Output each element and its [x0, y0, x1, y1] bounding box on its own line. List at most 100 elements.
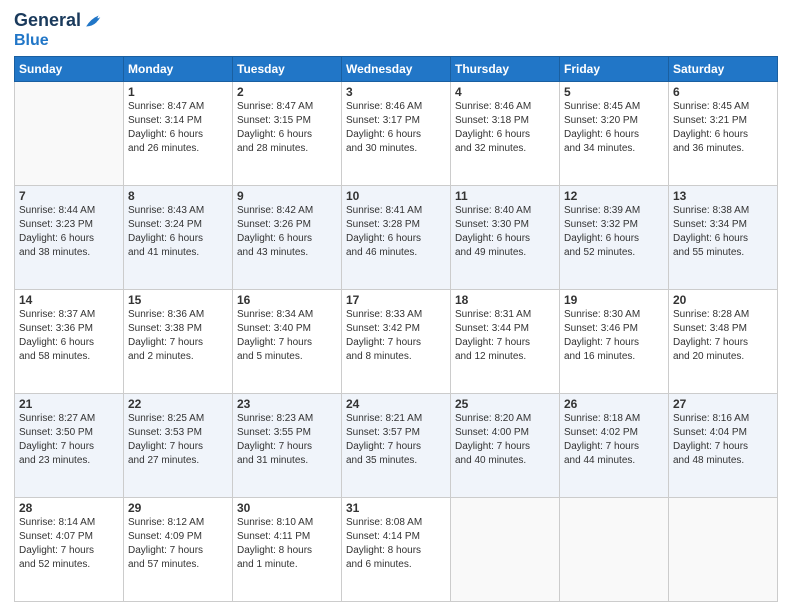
calendar-week-row: 28Sunrise: 8:14 AM Sunset: 4:07 PM Dayli…	[15, 497, 778, 601]
day-info: Sunrise: 8:23 AM Sunset: 3:55 PM Dayligh…	[237, 412, 337, 468]
day-info: Sunrise: 8:40 AM Sunset: 3:30 PM Dayligh…	[455, 204, 555, 260]
calendar-cell: 13Sunrise: 8:38 AM Sunset: 3:34 PM Dayli…	[669, 185, 778, 289]
calendar-cell	[669, 497, 778, 601]
day-number: 21	[19, 397, 119, 411]
day-header-friday: Friday	[560, 56, 669, 81]
calendar-cell: 22Sunrise: 8:25 AM Sunset: 3:53 PM Dayli…	[124, 393, 233, 497]
day-number: 20	[673, 293, 773, 307]
day-number: 26	[564, 397, 664, 411]
day-number: 18	[455, 293, 555, 307]
day-info: Sunrise: 8:41 AM Sunset: 3:28 PM Dayligh…	[346, 204, 446, 260]
day-number: 11	[455, 189, 555, 203]
day-info: Sunrise: 8:44 AM Sunset: 3:23 PM Dayligh…	[19, 204, 119, 260]
day-info: Sunrise: 8:34 AM Sunset: 3:40 PM Dayligh…	[237, 308, 337, 364]
day-number: 9	[237, 189, 337, 203]
day-header-wednesday: Wednesday	[342, 56, 451, 81]
calendar-week-row: 14Sunrise: 8:37 AM Sunset: 3:36 PM Dayli…	[15, 289, 778, 393]
calendar-cell: 9Sunrise: 8:42 AM Sunset: 3:26 PM Daylig…	[233, 185, 342, 289]
day-number: 4	[455, 85, 555, 99]
day-number: 16	[237, 293, 337, 307]
day-number: 29	[128, 501, 228, 515]
day-info: Sunrise: 8:20 AM Sunset: 4:00 PM Dayligh…	[455, 412, 555, 468]
day-info: Sunrise: 8:16 AM Sunset: 4:04 PM Dayligh…	[673, 412, 773, 468]
day-number: 22	[128, 397, 228, 411]
page: General Blue SundayMondayTuesdayWednesda…	[0, 0, 792, 612]
day-info: Sunrise: 8:28 AM Sunset: 3:48 PM Dayligh…	[673, 308, 773, 364]
day-header-monday: Monday	[124, 56, 233, 81]
day-info: Sunrise: 8:47 AM Sunset: 3:14 PM Dayligh…	[128, 100, 228, 156]
calendar-cell: 23Sunrise: 8:23 AM Sunset: 3:55 PM Dayli…	[233, 393, 342, 497]
day-number: 28	[19, 501, 119, 515]
day-number: 1	[128, 85, 228, 99]
day-number: 12	[564, 189, 664, 203]
day-info: Sunrise: 8:45 AM Sunset: 3:21 PM Dayligh…	[673, 100, 773, 156]
calendar-cell: 17Sunrise: 8:33 AM Sunset: 3:42 PM Dayli…	[342, 289, 451, 393]
calendar-cell: 11Sunrise: 8:40 AM Sunset: 3:30 PM Dayli…	[451, 185, 560, 289]
calendar-cell: 26Sunrise: 8:18 AM Sunset: 4:02 PM Dayli…	[560, 393, 669, 497]
day-info: Sunrise: 8:36 AM Sunset: 3:38 PM Dayligh…	[128, 308, 228, 364]
day-info: Sunrise: 8:33 AM Sunset: 3:42 PM Dayligh…	[346, 308, 446, 364]
day-header-thursday: Thursday	[451, 56, 560, 81]
day-number: 10	[346, 189, 446, 203]
day-number: 8	[128, 189, 228, 203]
day-number: 25	[455, 397, 555, 411]
day-info: Sunrise: 8:21 AM Sunset: 3:57 PM Dayligh…	[346, 412, 446, 468]
day-info: Sunrise: 8:39 AM Sunset: 3:32 PM Dayligh…	[564, 204, 664, 260]
calendar-cell: 2Sunrise: 8:47 AM Sunset: 3:15 PM Daylig…	[233, 81, 342, 185]
day-info: Sunrise: 8:30 AM Sunset: 3:46 PM Dayligh…	[564, 308, 664, 364]
calendar-cell: 18Sunrise: 8:31 AM Sunset: 3:44 PM Dayli…	[451, 289, 560, 393]
day-number: 24	[346, 397, 446, 411]
calendar-cell: 6Sunrise: 8:45 AM Sunset: 3:21 PM Daylig…	[669, 81, 778, 185]
day-info: Sunrise: 8:08 AM Sunset: 4:14 PM Dayligh…	[346, 516, 446, 572]
calendar-cell: 5Sunrise: 8:45 AM Sunset: 3:20 PM Daylig…	[560, 81, 669, 185]
day-info: Sunrise: 8:25 AM Sunset: 3:53 PM Dayligh…	[128, 412, 228, 468]
day-header-tuesday: Tuesday	[233, 56, 342, 81]
calendar-cell: 30Sunrise: 8:10 AM Sunset: 4:11 PM Dayli…	[233, 497, 342, 601]
header: General Blue	[14, 10, 778, 50]
calendar-cell	[15, 81, 124, 185]
calendar-table: SundayMondayTuesdayWednesdayThursdayFrid…	[14, 56, 778, 602]
calendar-cell: 3Sunrise: 8:46 AM Sunset: 3:17 PM Daylig…	[342, 81, 451, 185]
day-number: 19	[564, 293, 664, 307]
logo-text-blue: Blue	[14, 32, 105, 50]
day-number: 15	[128, 293, 228, 307]
calendar-cell: 28Sunrise: 8:14 AM Sunset: 4:07 PM Dayli…	[15, 497, 124, 601]
calendar-cell: 21Sunrise: 8:27 AM Sunset: 3:50 PM Dayli…	[15, 393, 124, 497]
day-info: Sunrise: 8:45 AM Sunset: 3:20 PM Dayligh…	[564, 100, 664, 156]
day-info: Sunrise: 8:43 AM Sunset: 3:24 PM Dayligh…	[128, 204, 228, 260]
day-header-sunday: Sunday	[15, 56, 124, 81]
calendar-cell	[451, 497, 560, 601]
day-info: Sunrise: 8:42 AM Sunset: 3:26 PM Dayligh…	[237, 204, 337, 260]
day-info: Sunrise: 8:10 AM Sunset: 4:11 PM Dayligh…	[237, 516, 337, 572]
calendar-cell: 12Sunrise: 8:39 AM Sunset: 3:32 PM Dayli…	[560, 185, 669, 289]
day-number: 5	[564, 85, 664, 99]
calendar-cell: 19Sunrise: 8:30 AM Sunset: 3:46 PM Dayli…	[560, 289, 669, 393]
calendar-cell: 20Sunrise: 8:28 AM Sunset: 3:48 PM Dayli…	[669, 289, 778, 393]
calendar-cell: 14Sunrise: 8:37 AM Sunset: 3:36 PM Dayli…	[15, 289, 124, 393]
calendar-cell: 8Sunrise: 8:43 AM Sunset: 3:24 PM Daylig…	[124, 185, 233, 289]
calendar-cell: 25Sunrise: 8:20 AM Sunset: 4:00 PM Dayli…	[451, 393, 560, 497]
calendar-cell: 24Sunrise: 8:21 AM Sunset: 3:57 PM Dayli…	[342, 393, 451, 497]
calendar-body: 1Sunrise: 8:47 AM Sunset: 3:14 PM Daylig…	[15, 81, 778, 601]
day-info: Sunrise: 8:27 AM Sunset: 3:50 PM Dayligh…	[19, 412, 119, 468]
calendar-cell: 1Sunrise: 8:47 AM Sunset: 3:14 PM Daylig…	[124, 81, 233, 185]
calendar-cell: 29Sunrise: 8:12 AM Sunset: 4:09 PM Dayli…	[124, 497, 233, 601]
day-header-saturday: Saturday	[669, 56, 778, 81]
day-info: Sunrise: 8:46 AM Sunset: 3:18 PM Dayligh…	[455, 100, 555, 156]
day-number: 31	[346, 501, 446, 515]
day-info: Sunrise: 8:37 AM Sunset: 3:36 PM Dayligh…	[19, 308, 119, 364]
day-number: 13	[673, 189, 773, 203]
calendar-cell: 15Sunrise: 8:36 AM Sunset: 3:38 PM Dayli…	[124, 289, 233, 393]
day-info: Sunrise: 8:18 AM Sunset: 4:02 PM Dayligh…	[564, 412, 664, 468]
day-number: 7	[19, 189, 119, 203]
day-info: Sunrise: 8:14 AM Sunset: 4:07 PM Dayligh…	[19, 516, 119, 572]
day-info: Sunrise: 8:31 AM Sunset: 3:44 PM Dayligh…	[455, 308, 555, 364]
day-number: 6	[673, 85, 773, 99]
day-info: Sunrise: 8:47 AM Sunset: 3:15 PM Dayligh…	[237, 100, 337, 156]
calendar-cell: 16Sunrise: 8:34 AM Sunset: 3:40 PM Dayli…	[233, 289, 342, 393]
day-number: 14	[19, 293, 119, 307]
calendar-cell	[560, 497, 669, 601]
calendar-week-row: 21Sunrise: 8:27 AM Sunset: 3:50 PM Dayli…	[15, 393, 778, 497]
day-number: 3	[346, 85, 446, 99]
calendar-week-row: 1Sunrise: 8:47 AM Sunset: 3:14 PM Daylig…	[15, 81, 778, 185]
